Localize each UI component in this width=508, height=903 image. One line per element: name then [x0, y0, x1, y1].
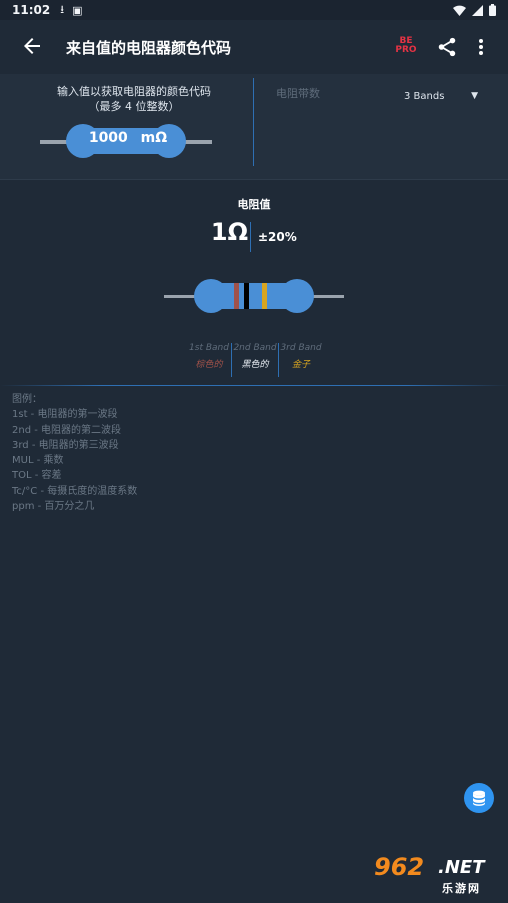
band-color-2: 黑色的: [241, 360, 269, 370]
resistor-band-2: [244, 283, 249, 309]
legend-title: 图例：: [12, 394, 42, 405]
band-legend-1: 1st Band 棕色的: [186, 343, 232, 370]
result-label: 电阻值: [237, 198, 271, 211]
dropdown-caret-icon[interactable]: ▼: [471, 91, 478, 101]
band-legend-2: 2nd Band 黑色的: [232, 343, 278, 370]
legend-item: ppm - 百万分之几: [12, 501, 95, 513]
band-name-3: 3rd Band: [280, 343, 322, 353]
resistor-band-1: [234, 283, 239, 309]
share-icon[interactable]: [436, 36, 458, 58]
resistance-input-unit[interactable]: mΩ: [141, 130, 168, 146]
page-title: 来自值的电阻器颜色代码: [66, 39, 232, 57]
status-time: 11:02: [12, 3, 51, 17]
resistance-input-field[interactable]: 1000 mΩ: [68, 130, 188, 146]
band-legend: 1st Band 棕色的 2nd Band 黑色的 3rd Band 金子: [186, 343, 324, 377]
watermark-sub: 乐游网: [442, 882, 481, 895]
database-fab-button[interactable]: [464, 783, 494, 813]
resistance-input-value[interactable]: 1000: [89, 130, 128, 146]
section-divider: [253, 78, 254, 166]
band-name-2: 2nd Band: [233, 343, 277, 353]
legend-item: 2nd - 电阻器的第二波段: [12, 424, 122, 436]
download-icon: ⭳: [60, 2, 65, 16]
watermark-net: .NET: [438, 857, 485, 878]
legend-item: MUL - 乘数: [12, 455, 64, 467]
be-pro-button[interactable]: BE PRO: [394, 37, 418, 55]
status-bar: 11:02 ⭳ ▣: [0, 0, 508, 20]
wifi-icon: [453, 5, 466, 16]
legend-item: 1st - 电阻器的第一波段: [12, 409, 118, 421]
signal-icon: [472, 4, 483, 16]
resistor-band-3: [262, 283, 267, 309]
app-bar: 来自值的电阻器颜色代码 BE PRO: [0, 20, 508, 74]
band-color-1: 棕色的: [195, 360, 223, 370]
legend-item: TOL - 容差: [12, 470, 62, 482]
input-prompt-line2: （最多 4 位整数）: [88, 100, 180, 113]
bands-count-label: 电阻带数: [276, 87, 320, 100]
resistor-body: [214, 283, 298, 309]
legend-item: Tc/°C - 每摄氏度的温度系数: [12, 485, 138, 497]
input-prompt-line1: 输入值以获取电阻器的颜色代码: [57, 85, 211, 98]
result-value: 1Ω: [210, 218, 248, 246]
resistance-input-resistor[interactable]: 1000 mΩ: [40, 122, 212, 162]
band-name-1: 1st Band: [189, 343, 229, 353]
input-section: 输入值以获取电阻器的颜色代码 （最多 4 位整数） 1000 mΩ 电阻带数 3…: [0, 74, 508, 180]
database-icon: [473, 790, 485, 806]
band-color-3: 金子: [291, 360, 310, 370]
legend-list: 图例： 1st - 电阻器的第一波段 2nd - 电阻器的第二波段 3rd - …: [12, 392, 137, 514]
bands-count-dropdown[interactable]: 3 Bands ▼: [404, 87, 478, 105]
input-prompt: 输入值以获取电阻器的颜色代码 （最多 4 位整数）: [20, 84, 248, 114]
watermark-logo: 962 .NET 乐游网: [368, 853, 504, 899]
bands-count-selected[interactable]: 3 Bands: [404, 91, 444, 102]
be-pro-line2: PRO: [395, 45, 417, 55]
battery-icon: [489, 4, 496, 16]
back-arrow-icon[interactable]: [20, 34, 44, 58]
image-icon: ▣: [72, 3, 83, 17]
band-legend-3: 3rd Band 金子: [278, 343, 324, 370]
overflow-menu-icon[interactable]: [474, 36, 488, 58]
result-tolerance: ±20%: [258, 230, 297, 244]
resistor-diagram: [164, 278, 344, 316]
legend-item: 3rd - 电阻器的第三波段: [12, 439, 119, 451]
legend-divider: [0, 385, 508, 386]
result-divider: [250, 222, 251, 252]
watermark-number: 962: [374, 853, 425, 881]
